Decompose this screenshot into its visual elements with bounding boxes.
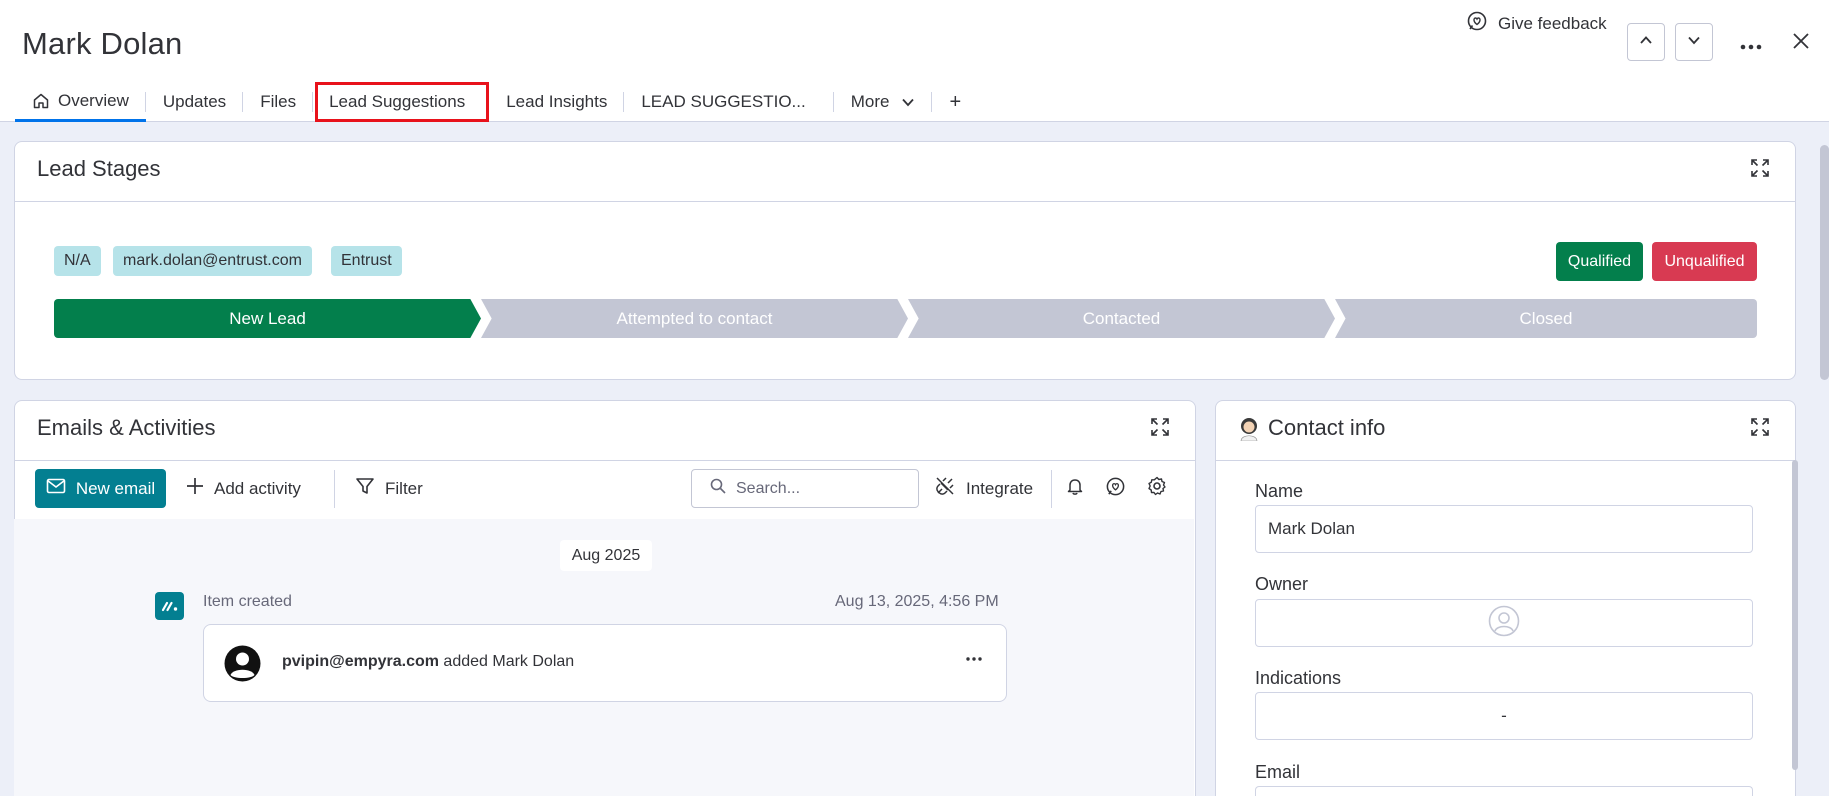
email-field-label: Email	[1255, 762, 1301, 782]
unqualified-button[interactable]: Unqualified	[1652, 242, 1757, 281]
tab-lead-suggestions-2-label: LEAD SUGGESTIO...	[641, 92, 806, 111]
close-icon	[1792, 32, 1810, 55]
new-email-button[interactable]: New email	[35, 469, 166, 508]
lead-chip-email[interactable]: mark.dolan@entrust.com	[113, 246, 312, 276]
month-divider: Aug 2025	[560, 540, 652, 571]
contact-avatar-icon	[1238, 417, 1260, 442]
lead-stages-expand-button[interactable]	[1748, 158, 1772, 182]
contact-scrollbar[interactable]	[1792, 460, 1798, 770]
indications-field[interactable]: -	[1255, 692, 1753, 740]
tab-more[interactable]: More	[834, 82, 933, 122]
chevron-up-icon	[1639, 33, 1653, 52]
item-created-date: Aug 13, 2025, 4:56 PM	[835, 593, 999, 610]
item-created-label: Item created	[203, 593, 292, 610]
ellipsis-icon	[1740, 30, 1762, 56]
search-icon	[710, 478, 726, 499]
indications-field-label: Indications	[1255, 668, 1342, 688]
tab-more-label: More	[850, 92, 890, 111]
expand-icon	[1750, 417, 1770, 442]
more-options-button[interactable]	[1734, 26, 1768, 60]
tab-updates[interactable]: Updates	[146, 82, 244, 122]
contact-info-title: Contact info	[1268, 415, 1386, 440]
filter-icon	[355, 476, 375, 501]
add-activity-button[interactable]: Add activity	[186, 469, 301, 508]
previous-item-button[interactable]	[1627, 23, 1665, 61]
emails-activities-title: Emails & Activities	[37, 415, 216, 440]
stage-closed[interactable]: Closed	[1335, 299, 1757, 338]
lead-chip-company[interactable]: Entrust	[331, 246, 402, 276]
next-item-button[interactable]	[1675, 23, 1713, 61]
chevron-down-icon	[1687, 33, 1701, 52]
owner-field[interactable]	[1255, 599, 1753, 647]
person-placeholder-icon	[1488, 605, 1520, 642]
close-button[interactable]	[1784, 26, 1818, 60]
tab-lead-suggestions-label: Lead Suggestions	[329, 92, 466, 111]
tab-overview[interactable]: Overview	[15, 82, 146, 122]
mail-icon	[46, 478, 66, 499]
lead-stages-title: Lead Stages	[37, 156, 161, 181]
bell-icon	[1065, 476, 1085, 501]
plus-icon	[186, 477, 204, 500]
activity-description: pvipin@empyra.com added Mark Dolan	[282, 653, 574, 671]
tab-files[interactable]: Files	[243, 82, 314, 122]
expand-icon	[1750, 158, 1770, 183]
filter-button[interactable]: Filter	[355, 469, 423, 508]
activity-menu-button[interactable]	[966, 645, 982, 666]
activity-settings-button[interactable]	[1147, 469, 1167, 508]
user-avatar-icon	[224, 645, 261, 682]
contact-expand-button[interactable]	[1748, 417, 1772, 441]
activity-feedback-button[interactable]	[1105, 469, 1126, 508]
ellipsis-icon	[966, 645, 982, 665]
owner-field-label: Owner	[1255, 574, 1309, 594]
integrate-button[interactable]: Integrate	[934, 469, 1033, 508]
tab-lead-insights-label: Lead Insights	[506, 92, 608, 111]
activity-text: added Mark Dolan	[438, 653, 575, 670]
gear-icon	[1147, 476, 1167, 501]
tab-lead-suggestions[interactable]: Lead Suggestions	[315, 82, 490, 122]
notifications-button[interactable]	[1065, 469, 1085, 508]
give-feedback-button[interactable]: Give feedback	[1466, 10, 1607, 37]
tab-lead-suggestions-2[interactable]: LEAD SUGGESTIO...	[624, 82, 834, 122]
add-tab-label: +	[949, 90, 962, 113]
activity-search-input[interactable]: Search...	[691, 469, 919, 508]
page-title: Mark Dolan	[22, 26, 183, 61]
email-field[interactable]	[1255, 786, 1753, 796]
item-tabs: Overview Updates Files Lead Suggestions …	[15, 82, 978, 122]
home-icon	[32, 92, 50, 110]
tab-lead-insights[interactable]: Lead Insights	[489, 82, 625, 122]
activity-user: pvipin@empyra.com	[282, 653, 439, 670]
page-scrollbar[interactable]	[1820, 145, 1829, 380]
lead-chip-status[interactable]: N/A	[54, 246, 101, 276]
emails-expand-button[interactable]	[1148, 417, 1172, 441]
new-email-label: New email	[75, 478, 156, 498]
monday-logo-icon	[155, 592, 184, 620]
add-activity-label: Add activity	[214, 478, 301, 498]
filter-label: Filter	[385, 478, 423, 498]
name-field-label: Name	[1255, 481, 1304, 501]
plug-icon	[934, 475, 956, 502]
chevron-down-icon	[901, 95, 915, 109]
qualified-button[interactable]: Qualified	[1556, 242, 1643, 281]
give-feedback-label: Give feedback	[1498, 13, 1607, 33]
name-field[interactable]: Mark Dolan	[1255, 505, 1753, 553]
integrate-label: Integrate	[966, 478, 1034, 498]
feedback-icon	[1466, 10, 1488, 37]
stage-contacted[interactable]: Contacted	[908, 299, 1335, 338]
tab-updates-label: Updates	[162, 92, 227, 111]
feedback-icon	[1105, 476, 1126, 502]
item-header: Mark Dolan Give feedback Overview Update…	[0, 0, 1829, 122]
expand-icon	[1150, 417, 1170, 442]
stage-new-lead[interactable]: New Lead	[54, 299, 481, 338]
stage-attempted-to-contact[interactable]: Attempted to contact	[481, 299, 908, 338]
activity-card[interactable]: pvipin@empyra.com added Mark Dolan	[203, 624, 1007, 702]
add-tab-button[interactable]: +	[932, 82, 978, 122]
tab-overview-label: Overview	[58, 90, 129, 110]
tab-files-label: Files	[260, 92, 297, 111]
search-placeholder: Search...	[736, 479, 801, 497]
